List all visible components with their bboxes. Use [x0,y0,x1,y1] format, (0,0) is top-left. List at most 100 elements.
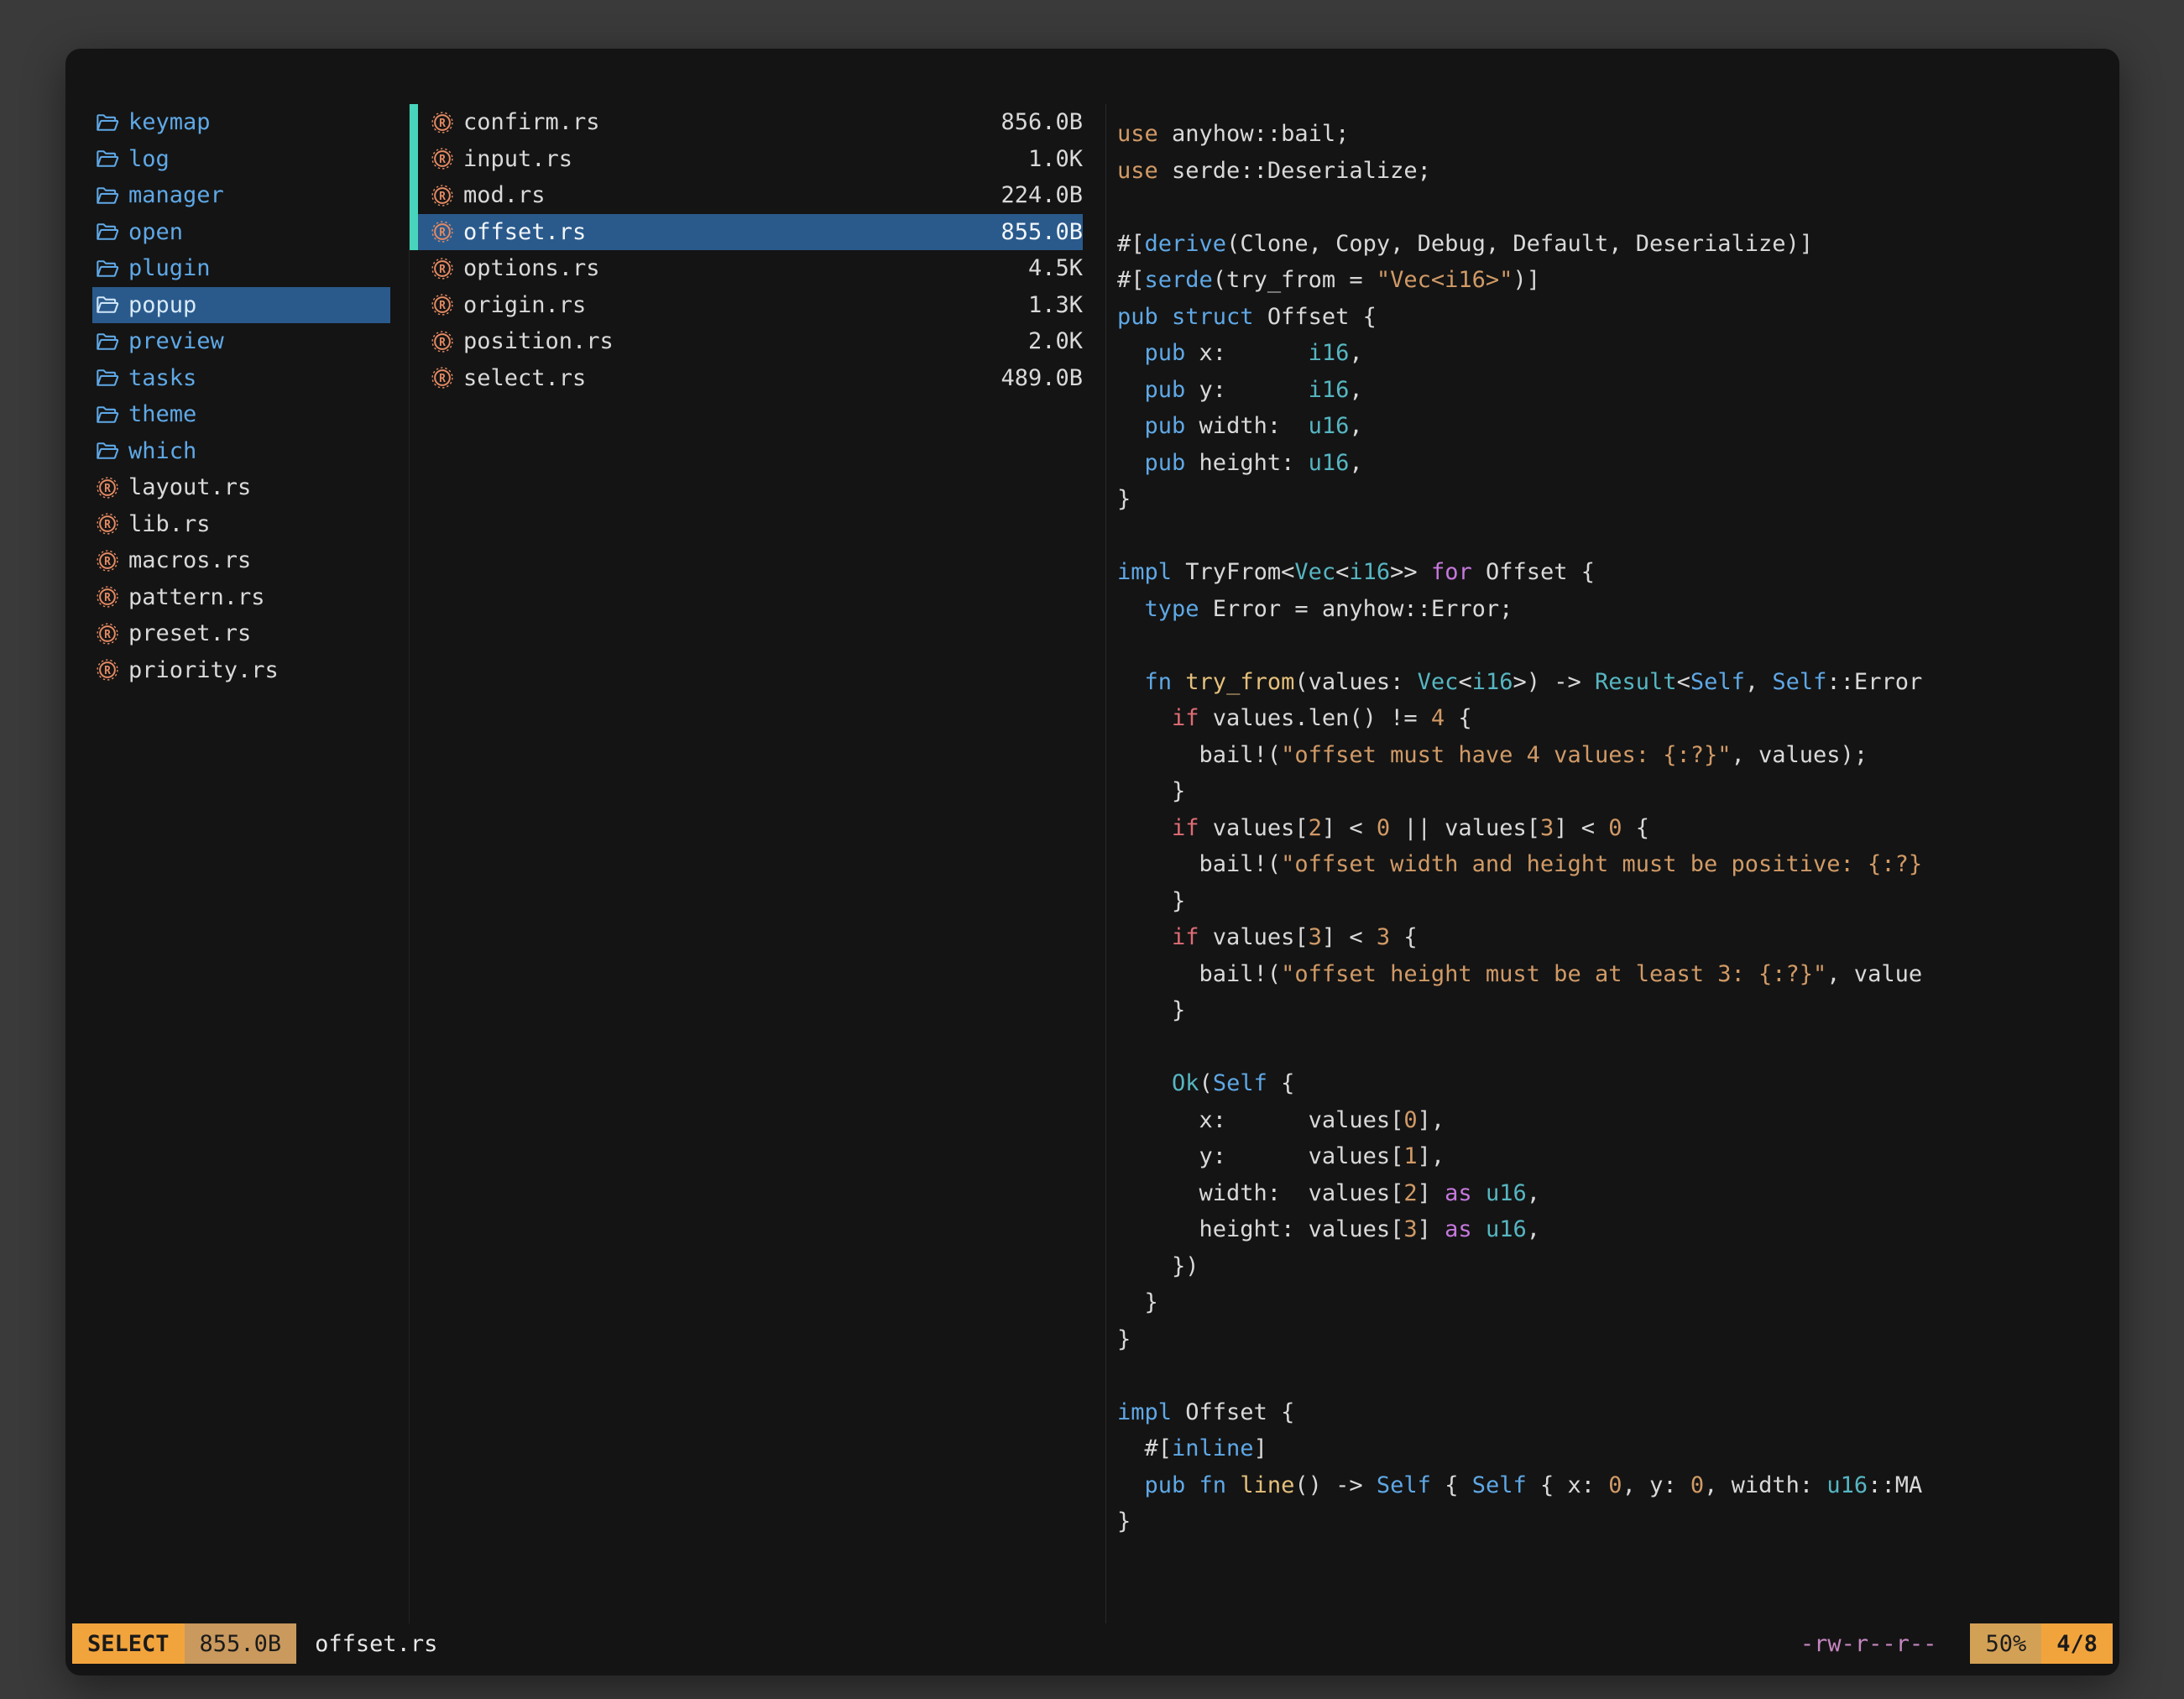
code-line: bail!("offset width and height must be p… [1117,846,2119,883]
file-name: mod.rs [463,182,546,208]
file-row-mod-rs[interactable]: Rmod.rs 224.0B [410,177,1105,214]
code-line: pub height: u16, [1117,445,2119,482]
code-line: } [1117,1284,2119,1321]
file-size: 855.0B [1001,219,1083,245]
selection-marker [410,214,418,251]
code-line: } [1117,992,2119,1029]
sidebar-item-preview[interactable]: preview [92,323,390,360]
status-right-group: -rw-r--r-- 50% 4/8 [1800,1623,2113,1664]
code-line: #[serde(try_from = "Vec<i16>")] [1117,262,2119,299]
status-filename: offset.rs [315,1631,437,1657]
open-folder-icon [95,402,120,427]
code-line: bail!("offset height must be at least 3:… [1117,956,2119,993]
file-row-options-rs[interactable]: Roptions.rs 4.5K [410,250,1105,287]
rust-file-icon: R [95,621,120,646]
item-label: layout.rs [128,474,251,500]
file-name: options.rs [463,255,600,281]
file-size: 4.5K [1028,255,1083,281]
file-row-body: Rmod.rs 224.0B [418,177,1083,214]
sidebar-item-manager[interactable]: manager [92,177,390,214]
svg-text:R: R [104,519,111,531]
code-line: } [1117,481,2119,518]
file-size: 2.0K [1028,328,1083,354]
sidebar-item-which[interactable]: which [92,433,390,470]
open-folder-icon [95,110,120,135]
open-folder-icon [95,183,120,208]
file-row-offset-rs[interactable]: Roffset.rs855.0B [410,214,1105,251]
rust-file-icon: R [95,548,120,573]
rust-file-icon: R [430,329,455,354]
svg-text:R: R [439,373,446,385]
sidebar-item-priority-rs[interactable]: Rpriority.rs [92,652,390,689]
svg-text:R: R [439,300,446,312]
code-line: height: values[3] as u16, [1117,1211,2119,1248]
code-line: if values[3] < 3 { [1117,919,2119,956]
code-line: pub y: i16, [1117,372,2119,409]
sidebar-item-log[interactable]: log [92,141,390,178]
sidebar-item-popup[interactable]: popup [92,287,390,324]
rust-file-icon: R [430,292,455,317]
open-folder-icon [95,292,120,317]
file-size: 224.0B [1001,182,1083,208]
item-label: preset.rs [128,620,251,646]
item-label: tasks [128,365,196,391]
file-row-select-rs[interactable]: Rselect.rs 489.0B [410,360,1105,397]
selection-marker [410,287,418,324]
sidebar-item-keymap[interactable]: keymap [92,104,390,141]
file-row-body: Rposition.rs 2.0K [418,323,1083,360]
file-name: select.rs [463,365,586,391]
item-label: theme [128,401,196,427]
desktop-background: keymap logmanageropenpluginpopuppreview ta… [0,0,2184,1699]
code-line: pub fn line() -> Self { Self { x: 0, y: … [1117,1467,2119,1504]
open-folder-icon [95,329,120,354]
file-size: 489.0B [1001,365,1083,391]
rust-file-icon: R [95,657,120,682]
code-line: #[derive(Clone, Copy, Debug, Default, De… [1117,226,2119,263]
sidebar-item-layout-rs[interactable]: Rlayout.rs [92,469,390,506]
code-line [1117,627,2119,664]
code-line: #[inline] [1117,1430,2119,1467]
file-row-body: Rconfirm.rs856.0B [418,104,1083,141]
file-row-input-rs[interactable]: Rinput.rs1.0K [410,141,1105,178]
sidebar-item-macros-rs[interactable]: Rmacros.rs [92,542,390,579]
item-label: lib.rs [128,511,211,537]
code-line: } [1117,1503,2119,1540]
terminal-window: keymap logmanageropenpluginpopuppreview ta… [65,49,2119,1675]
panes: keymap logmanageropenpluginpopuppreview ta… [65,49,2119,1623]
code-line [1117,189,2119,226]
svg-text:R: R [439,118,446,130]
rust-file-icon: R [430,256,455,281]
sidebar-item-pattern-rs[interactable]: Rpattern.rs [92,579,390,616]
sidebar-item-plugin[interactable]: plugin [92,250,390,287]
svg-text:R: R [104,665,111,677]
code-line [1117,518,2119,555]
file-name: input.rs [463,146,572,172]
code-line: width: values[2] as u16, [1117,1175,2119,1212]
svg-text:R: R [104,629,111,641]
sidebar-item-lib-rs[interactable]: Rlib.rs [92,506,390,543]
file-row-position-rs[interactable]: Rposition.rs 2.0K [410,323,1105,360]
sidebar-item-tasks[interactable]: tasks [92,360,390,397]
item-label: keymap [128,109,211,135]
preview-pane: use anyhow::bail;use serde::Deserialize;… [1105,104,2119,1623]
code-line: } [1117,1321,2119,1358]
file-row-confirm-rs[interactable]: Rconfirm.rs856.0B [410,104,1105,141]
code-line: use anyhow::bail; [1117,116,2119,153]
svg-text:R: R [104,483,111,495]
file-row-origin-rs[interactable]: Rorigin.rs1.3K [410,287,1105,324]
selection-marker [410,141,418,178]
open-folder-icon [95,146,120,171]
rust-file-icon: R [430,365,455,390]
svg-text:R: R [439,337,446,349]
file-row-body: Rorigin.rs1.3K [418,287,1083,324]
sidebar-item-theme[interactable]: theme [92,396,390,433]
current-pane: Rconfirm.rs856.0BRinput.rs1.0K Rmod.rs 224… [409,104,1105,1623]
rust-file-icon: R [430,183,455,208]
code-line: impl Offset { [1117,1394,2119,1431]
code-line [1117,1029,2119,1066]
file-name: offset.rs [463,219,586,245]
sidebar-item-open[interactable]: open [92,214,390,251]
file-name: position.rs [463,328,614,354]
sidebar-item-preset-rs[interactable]: Rpreset.rs [92,615,390,652]
selection-marker [410,177,418,214]
